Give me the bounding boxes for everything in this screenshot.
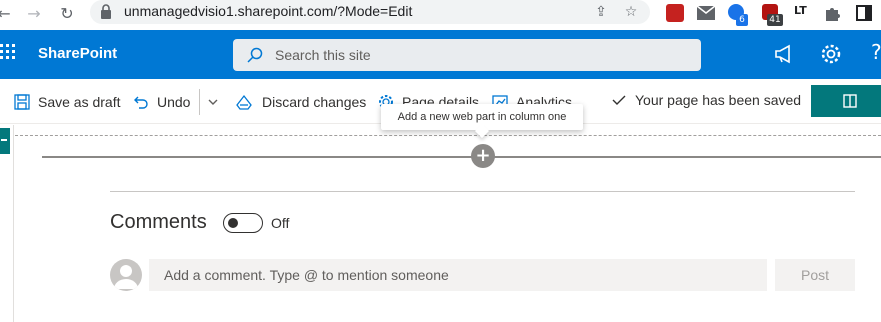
share-icon[interactable]: ⇪ xyxy=(592,3,610,21)
canvas-left-rail xyxy=(0,125,14,322)
person-icon xyxy=(114,265,138,289)
site-search-box[interactable] xyxy=(233,39,701,71)
suite-header: SharePoint ? xyxy=(0,30,881,79)
search-icon xyxy=(247,47,263,63)
extension-badge-count: 41 xyxy=(767,14,783,26)
section-dashed-border xyxy=(15,135,881,136)
app-launcher-waffle-icon[interactable] xyxy=(0,44,18,62)
chevron-down-icon xyxy=(208,99,218,105)
undo-icon xyxy=(134,96,148,109)
settings-gear-icon[interactable] xyxy=(819,42,843,66)
user-avatar xyxy=(110,259,142,291)
undo-dropdown-button[interactable] xyxy=(207,91,227,113)
save-as-draft-button[interactable]: Save as draft xyxy=(14,91,121,113)
checkmark-icon xyxy=(612,95,626,105)
comments-toggle[interactable] xyxy=(223,213,263,233)
search-input[interactable] xyxy=(275,45,675,65)
comments-heading: Comments xyxy=(110,211,207,233)
discard-eraser-icon xyxy=(236,94,252,110)
extension-red-book-icon[interactable] xyxy=(666,4,684,22)
undo-label: Undo xyxy=(157,94,191,110)
discard-changes-button[interactable]: Discard changes xyxy=(236,91,366,113)
comment-input[interactable] xyxy=(164,265,754,285)
save-status-text: Your page has been saved xyxy=(635,92,802,108)
command-separator xyxy=(199,89,200,115)
url-text: unmanagedvisio1.sharepoint.com/?Mode=Edi… xyxy=(124,3,413,19)
lock-icon xyxy=(101,4,111,19)
panel-layout-icon xyxy=(843,94,857,108)
add-web-part-button[interactable]: + xyxy=(471,144,495,168)
publish-button[interactable] xyxy=(811,85,881,117)
megaphone-icon[interactable] xyxy=(772,42,796,66)
address-bar[interactable]: unmanagedvisio1.sharepoint.com/?Mode=Edi… xyxy=(90,0,650,24)
post-comment-button[interactable]: Post xyxy=(775,259,855,291)
section-divider-line xyxy=(42,156,881,158)
bookmark-star-icon[interactable]: ☆ xyxy=(622,3,640,21)
section-toolbar-handle[interactable] xyxy=(0,128,10,154)
extension-shield-icon[interactable]: 41 xyxy=(762,4,784,26)
extension-badge-count: 6 xyxy=(736,14,748,26)
save-as-draft-label: Save as draft xyxy=(38,94,121,110)
side-panel-icon[interactable] xyxy=(856,5,872,21)
browser-toolbar: ← → ↻ unmanagedvisio1.sharepoint.com/?Mo… xyxy=(0,0,881,28)
help-icon[interactable]: ? xyxy=(871,40,881,64)
comment-input-box[interactable] xyxy=(149,259,767,291)
languagetool-icon[interactable]: LT xyxy=(794,3,807,19)
forward-arrow-icon[interactable]: → xyxy=(24,4,44,24)
undo-button[interactable]: Undo xyxy=(133,91,190,113)
mail-icon[interactable] xyxy=(697,6,715,20)
toggle-knob xyxy=(228,218,238,228)
save-disk-icon xyxy=(14,94,30,110)
extension-feed-icon[interactable]: 6 xyxy=(728,4,750,26)
discard-changes-label: Discard changes xyxy=(262,94,367,110)
comments-toggle-label: Off xyxy=(271,215,290,231)
comments-divider xyxy=(110,191,855,192)
save-status: Your page has been saved xyxy=(612,92,801,108)
back-arrow-icon[interactable]: ← xyxy=(0,4,14,24)
reload-icon[interactable]: ↻ xyxy=(57,4,77,24)
app-title[interactable]: SharePoint xyxy=(38,45,117,62)
extensions-puzzle-icon[interactable] xyxy=(824,5,840,21)
add-web-part-tooltip: Add a new web part in column one xyxy=(381,104,583,130)
